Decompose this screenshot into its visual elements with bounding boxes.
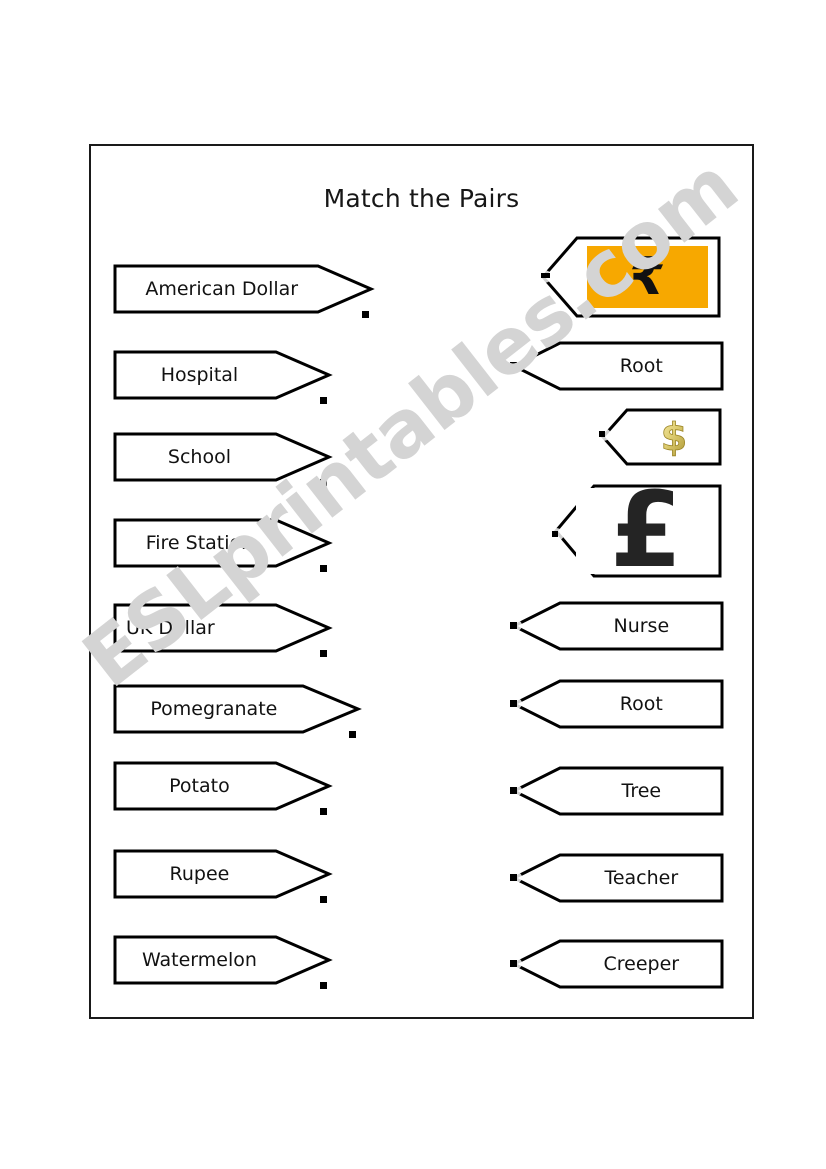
right-item-teacher[interactable]: Teacher xyxy=(512,853,724,903)
left-item-potato[interactable]: Potato xyxy=(113,761,375,811)
dollar-symbol-image: $ xyxy=(635,413,715,461)
connector-handle-right-7[interactable] xyxy=(510,787,517,794)
left-item-label: Pomegranate xyxy=(150,698,278,720)
left-item-rupee[interactable]: Rupee xyxy=(113,849,375,899)
connector-handle-right-1[interactable] xyxy=(541,273,550,278)
worksheet-page: ESLprintables.com Match the Pairs Americ… xyxy=(0,0,826,1169)
left-item-label: School xyxy=(167,446,231,468)
connector-handle-right-4[interactable] xyxy=(552,531,558,537)
connector-handle-right-6[interactable] xyxy=(510,700,517,707)
left-item-label: Hospital xyxy=(160,364,239,386)
left-item-american-dollar[interactable]: American Dollar xyxy=(113,264,375,314)
connector-handle-left-2[interactable] xyxy=(320,397,327,404)
worksheet-frame: Match the Pairs American Dollar Hospital… xyxy=(89,144,754,1019)
right-item-label: Creeper xyxy=(603,953,680,975)
rupee-symbol-image: ₹ xyxy=(587,246,708,308)
right-item-pound-image[interactable]: £ xyxy=(554,484,722,578)
pound-symbol-image: £ xyxy=(576,488,716,574)
left-item-hospital[interactable]: Hospital xyxy=(113,350,375,400)
left-item-label: UK Dollar xyxy=(126,617,215,639)
right-item-label: Nurse xyxy=(613,615,670,637)
connector-handle-right-3[interactable] xyxy=(599,431,605,437)
right-item-dollar-image[interactable]: $ xyxy=(601,408,722,466)
right-item-label: Tree xyxy=(621,780,662,802)
connector-handle-left-7[interactable] xyxy=(320,808,327,815)
left-item-label: Potato xyxy=(169,775,230,797)
connector-handle-right-5[interactable] xyxy=(510,622,517,629)
right-item-nurse[interactable]: Nurse xyxy=(512,601,724,651)
connector-handle-left-9[interactable] xyxy=(320,982,327,989)
connector-handle-left-1[interactable] xyxy=(362,311,369,318)
right-item-label: Teacher xyxy=(604,867,679,889)
dollar-3d-glyph: $ xyxy=(660,415,687,460)
left-item-uk-dollar[interactable]: UK Dollar xyxy=(113,603,375,653)
left-item-pomegranate[interactable]: Pomegranate xyxy=(113,684,375,734)
left-item-watermelon[interactable]: Watermelon xyxy=(113,935,375,985)
right-item-tree[interactable]: Tree xyxy=(512,766,724,816)
right-item-root-1[interactable]: Root xyxy=(512,341,724,391)
left-item-label: Rupee xyxy=(169,863,230,885)
connector-handle-left-3[interactable] xyxy=(320,479,327,486)
connector-handle-left-6[interactable] xyxy=(349,731,356,738)
connector-handle-right-2[interactable] xyxy=(510,362,517,369)
page-title: Match the Pairs xyxy=(323,184,520,213)
left-item-fire-station[interactable]: Fire Station xyxy=(113,518,375,568)
svg-text:$: $ xyxy=(661,415,687,459)
right-item-label: Root xyxy=(619,355,663,377)
connector-handle-left-4[interactable] xyxy=(320,565,327,572)
left-item-label: American Dollar xyxy=(145,278,299,300)
connector-handle-left-5[interactable] xyxy=(320,650,327,657)
connector-handle-left-8[interactable] xyxy=(320,896,327,903)
right-item-label: Root xyxy=(619,693,663,715)
right-item-creeper[interactable]: Creeper xyxy=(512,939,724,989)
left-item-label: Fire Station xyxy=(145,532,254,554)
right-item-root-2[interactable]: Root xyxy=(512,679,724,729)
left-item-school[interactable]: School xyxy=(113,432,375,482)
connector-handle-right-8[interactable] xyxy=(510,874,517,881)
left-item-label: Watermelon xyxy=(141,949,257,971)
connector-handle-right-9[interactable] xyxy=(510,960,517,967)
right-item-rupee-image[interactable]: ₹ xyxy=(541,236,721,318)
